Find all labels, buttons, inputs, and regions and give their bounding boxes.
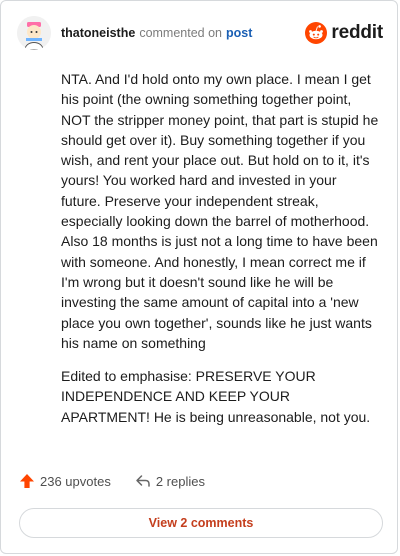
comment-paragraph-1: NTA. And I'd hold onto my own place. I m… — [61, 71, 379, 351]
avatar[interactable] — [17, 16, 51, 50]
reddit-brand[interactable]: reddit — [305, 22, 383, 44]
upvote-button[interactable]: 236 upvotes — [19, 473, 111, 489]
reply-arrow-icon — [136, 475, 150, 487]
upvote-count: 236 upvotes — [40, 473, 111, 489]
comment-body: NTA. And I'd hold onto my own place. I m… — [61, 69, 379, 440]
brand-wordmark: reddit — [331, 22, 383, 43]
comment-header: thatoneisthe commented on post reddit — [17, 15, 383, 51]
reply-count: 2 replies — [155, 473, 205, 489]
upvote-arrow-icon — [20, 474, 34, 488]
comment-actions: 236 upvotes 2 replies — [19, 473, 205, 489]
replies-button[interactable]: 2 replies — [135, 473, 205, 489]
view-comments-button[interactable]: View 2 comments — [19, 508, 383, 538]
byline: thatoneisthe commented on post — [61, 26, 252, 40]
action-text: commented on — [139, 26, 222, 40]
reddit-logo-icon — [305, 22, 328, 44]
comment-paragraph-2: Edited to emphasise: PRESERVE YOUR INDEP… — [61, 368, 371, 425]
post-link[interactable]: post — [226, 26, 252, 40]
avatar-image — [17, 16, 51, 50]
comment-card: thatoneisthe commented on post reddit NTA.… — [0, 0, 398, 554]
username-link[interactable]: thatoneisthe — [61, 26, 135, 40]
